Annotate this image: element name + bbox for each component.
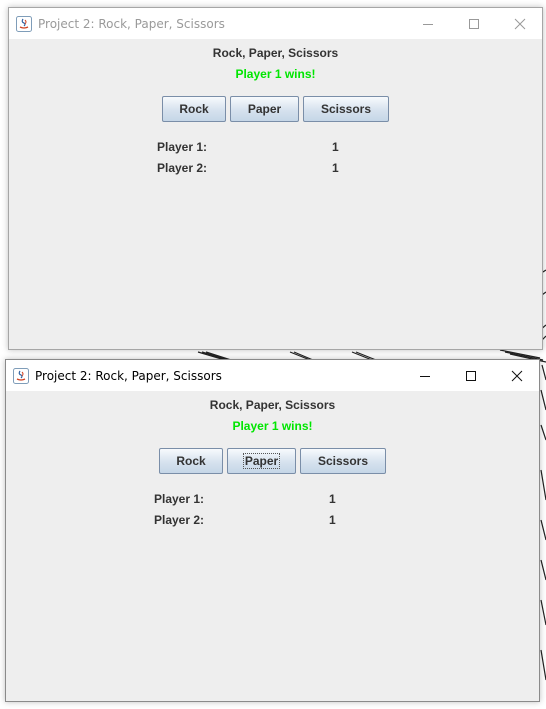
player2-score-value: 1 — [332, 161, 339, 175]
close-button[interactable] — [497, 8, 543, 39]
java-app-icon — [16, 16, 32, 32]
paper-button-label: Paper — [242, 453, 281, 469]
player2-score-label: Player 2: — [154, 513, 205, 527]
scissors-button[interactable]: Scissors — [300, 448, 386, 474]
close-button[interactable] — [494, 360, 540, 391]
player1-score-label: Player 1: — [157, 140, 208, 154]
game-panel: Rock, Paper, Scissors Player 1 wins! Roc… — [6, 391, 539, 701]
maximize-button[interactable] — [451, 8, 497, 39]
scissors-button[interactable]: Scissors — [303, 96, 389, 122]
maximize-icon — [466, 371, 476, 381]
game-panel: Rock, Paper, Scissors Player 1 wins! Roc… — [9, 39, 542, 349]
paper-button[interactable]: Paper — [227, 448, 296, 474]
result-status: Player 1 wins! — [235, 67, 316, 81]
game-heading: Rock, Paper, Scissors — [212, 46, 339, 60]
rock-button[interactable]: Rock — [159, 448, 223, 474]
minimize-button[interactable] — [402, 360, 448, 391]
player2-score-value: 1 — [329, 513, 336, 527]
minimize-icon — [420, 376, 430, 377]
close-icon — [514, 18, 526, 30]
game-window-back[interactable]: Project 2: Rock, Paper, Scissors Rock, P… — [8, 7, 543, 350]
java-app-icon — [13, 368, 29, 384]
paper-button-label: Paper — [247, 102, 282, 116]
title-bar[interactable]: Project 2: Rock, Paper, Scissors — [6, 360, 539, 391]
window-title: Project 2: Rock, Paper, Scissors — [35, 369, 222, 383]
minimize-icon — [423, 24, 433, 25]
game-heading: Rock, Paper, Scissors — [209, 398, 336, 412]
player1-score-value: 1 — [332, 140, 339, 154]
result-status: Player 1 wins! — [232, 419, 313, 433]
player1-score-value: 1 — [329, 492, 336, 506]
maximize-button[interactable] — [448, 360, 494, 391]
player1-score-label: Player 1: — [154, 492, 205, 506]
rock-button[interactable]: Rock — [162, 96, 226, 122]
close-icon — [511, 370, 523, 382]
player2-score-label: Player 2: — [157, 161, 208, 175]
paper-button[interactable]: Paper — [230, 96, 299, 122]
minimize-button[interactable] — [405, 8, 451, 39]
window-title: Project 2: Rock, Paper, Scissors — [38, 17, 225, 31]
title-bar[interactable]: Project 2: Rock, Paper, Scissors — [9, 8, 542, 39]
maximize-icon — [469, 19, 479, 29]
game-window-front[interactable]: Project 2: Rock, Paper, Scissors Rock, P… — [5, 359, 540, 702]
